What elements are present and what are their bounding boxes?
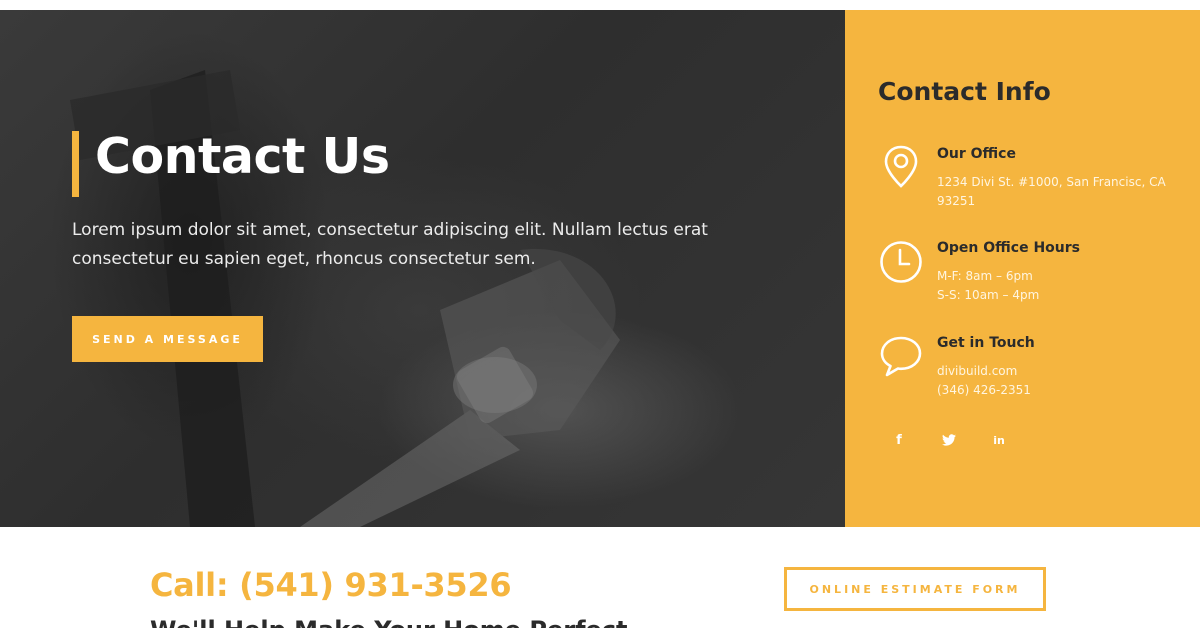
- facebook-icon[interactable]: f: [889, 430, 909, 450]
- linkedin-icon[interactable]: in: [989, 430, 1009, 450]
- office-address-line2: 93251: [937, 194, 976, 208]
- clock-icon: [880, 241, 922, 283]
- map-pin-icon: [884, 145, 918, 188]
- chat-bubble-icon: [880, 336, 922, 377]
- online-estimate-button[interactable]: ONLINE ESTIMATE FORM: [784, 567, 1046, 611]
- page-title: Contact Us: [95, 128, 390, 185]
- office-address-line1: 1234 Divi St. #1000, San Francisc, CA: [937, 175, 1166, 189]
- phone-number[interactable]: (346) 426-2351: [937, 381, 1177, 400]
- hero-description: Lorem ipsum dolor sit amet, consectetur …: [72, 220, 708, 269]
- call-phone-heading[interactable]: Call: (541) 931-3526: [150, 566, 512, 604]
- title-accent-bar: [72, 131, 79, 197]
- hours-heading: Open Office Hours: [937, 240, 1080, 256]
- get-in-touch-heading: Get in Touch: [937, 335, 1035, 351]
- hero-section: Contact Us Lorem ipsum dolor sit amet, c…: [0, 10, 845, 527]
- hours-weekends: S-S: 10am – 4pm: [937, 288, 1040, 302]
- contact-info-panel: Contact Info Our Office 1234 Divi St. #1…: [845, 10, 1200, 527]
- twitter-icon[interactable]: [939, 430, 959, 450]
- tagline-heading: We'll Help Make Your Home Perfect: [150, 616, 627, 628]
- contact-info-title: Contact Info: [878, 77, 1051, 106]
- twitter-bird-icon: [942, 434, 956, 446]
- send-message-button[interactable]: SEND A MESSAGE: [72, 316, 263, 362]
- website-link[interactable]: divibuild.com: [937, 362, 1177, 381]
- hours-weekdays: M-F: 8am – 6pm: [937, 269, 1033, 283]
- office-heading: Our Office: [937, 146, 1016, 162]
